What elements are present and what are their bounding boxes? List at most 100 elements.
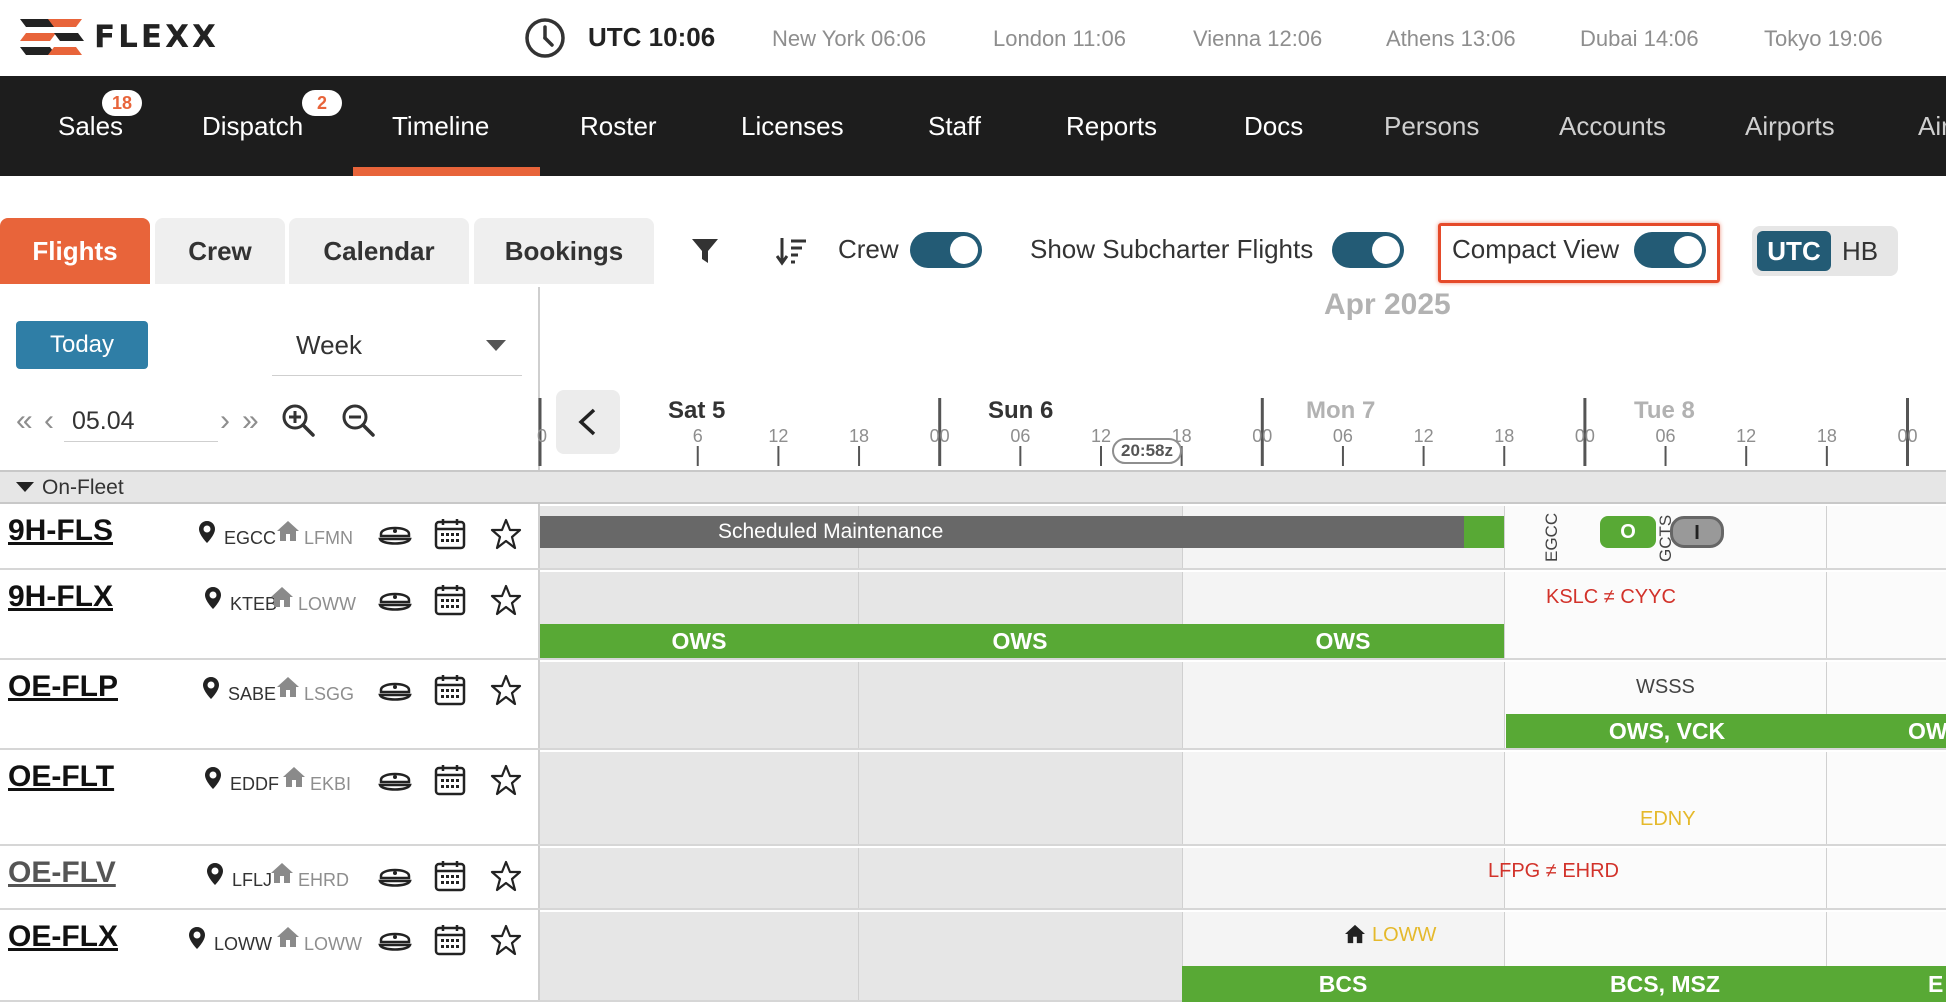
- calendar-icon[interactable]: [434, 674, 466, 706]
- tz-option-utc[interactable]: UTC: [1757, 231, 1831, 271]
- timeline-day-cell[interactable]: [1182, 662, 1504, 748]
- group-row-on-fleet[interactable]: On-Fleet: [0, 470, 1946, 504]
- filter-icon[interactable]: [690, 236, 720, 266]
- star-icon[interactable]: [490, 674, 522, 706]
- star-icon[interactable]: [490, 764, 522, 796]
- home-base: EKBI: [310, 774, 352, 794]
- nav-item-accounts[interactable]: Accounts: [1559, 76, 1666, 176]
- aircraft-registration-link[interactable]: OE-FLT: [8, 760, 114, 794]
- day-divider: [1504, 572, 1505, 658]
- pilot-cap-icon[interactable]: [378, 928, 412, 954]
- nav-item-staff[interactable]: Staff: [928, 76, 981, 176]
- crew-bar[interactable]: OWS: [1182, 624, 1504, 658]
- subcharter-toggle-label: Show Subcharter Flights: [1030, 234, 1314, 264]
- flexx-logo-icon: [20, 19, 84, 55]
- today-button[interactable]: Today: [16, 321, 148, 369]
- crew-bar[interactable]: OW: [1828, 714, 1946, 748]
- compact-view-toggle[interactable]: [1634, 232, 1706, 268]
- hour-label: 12: [1413, 426, 1434, 446]
- pending-flight-pill[interactable]: I: [1670, 516, 1724, 548]
- hour-label: 12: [1090, 426, 1112, 446]
- timeline-day-cell[interactable]: [540, 912, 858, 1000]
- crew-bar[interactable]: OWS: [540, 624, 858, 658]
- crew-bar[interactable]: OWS, VCK: [1506, 714, 1828, 748]
- timeline-day-cell[interactable]: [1182, 848, 1504, 908]
- nav-label: Dispatch: [202, 111, 304, 141]
- star-icon[interactable]: [490, 584, 522, 616]
- caret-down-icon: [16, 482, 34, 492]
- calendar-icon[interactable]: [434, 860, 466, 892]
- calendar-icon[interactable]: [434, 584, 466, 616]
- clock-icon: [525, 18, 565, 58]
- aircraft-registration-link[interactable]: OE-FLP: [8, 670, 118, 704]
- pilot-cap-icon[interactable]: [378, 864, 412, 890]
- flight-bar[interactable]: [1464, 516, 1504, 548]
- star-icon[interactable]: [490, 924, 522, 956]
- pilot-cap-icon[interactable]: [378, 588, 412, 614]
- view-select[interactable]: Week: [272, 320, 522, 376]
- timeline-day-cell[interactable]: [540, 752, 858, 844]
- tab-calendar[interactable]: Calendar: [289, 218, 469, 284]
- nav-item-dispatch[interactable]: Dispatch 2: [202, 76, 342, 176]
- timeline-day-cell[interactable]: [858, 752, 1182, 844]
- crew-bar[interactable]: E: [1826, 966, 1946, 1002]
- aircraft-registration-link[interactable]: OE-FLX: [8, 920, 118, 954]
- nav-item-reports[interactable]: Reports: [1066, 76, 1157, 176]
- toggle-knob: [950, 236, 978, 264]
- timeline-day-cell[interactable]: [540, 662, 858, 748]
- timeline-day-cell[interactable]: [1826, 752, 1946, 844]
- timeline-day-cell[interactable]: [1504, 572, 1826, 658]
- pilot-cap-icon[interactable]: [378, 768, 412, 794]
- timeline-day-cell[interactable]: [858, 662, 1182, 748]
- nav-item-timeline[interactable]: Timeline: [392, 76, 489, 176]
- day-divider: [1826, 572, 1827, 658]
- nav-item-airports[interactable]: Airports: [1745, 76, 1835, 176]
- home-icon: [277, 677, 299, 697]
- nav-item-persons[interactable]: Persons: [1384, 76, 1479, 176]
- flexx-logo[interactable]: FLΕXX: [20, 16, 219, 58]
- location-mismatch: KSLC ≠ CYYC: [1546, 586, 1676, 608]
- timeline-day-cell[interactable]: [1826, 572, 1946, 658]
- star-icon[interactable]: [490, 518, 522, 550]
- nav-item-air[interactable]: Air: [1918, 76, 1946, 176]
- chevron-down-icon: [486, 340, 506, 351]
- timeline-day-cell[interactable]: [1182, 752, 1504, 844]
- city-time-tokyo: Tokyo 19:06: [1764, 26, 1883, 51]
- tz-option-hb[interactable]: HB: [1842, 231, 1878, 271]
- station-code: EDNY: [1640, 808, 1696, 830]
- tab-crew[interactable]: Crew: [155, 218, 285, 284]
- crew-toggle[interactable]: [910, 232, 982, 268]
- crew-bar[interactable]: BCS: [1182, 966, 1504, 1002]
- aircraft-registration-link[interactable]: 9H-FLS: [8, 514, 113, 548]
- timeline-day-cell[interactable]: [540, 848, 858, 908]
- crew-bar[interactable]: BCS, MSZ: [1504, 966, 1826, 1002]
- maintenance-bar[interactable]: Scheduled Maintenance: [540, 516, 1464, 548]
- subcharter-toggle[interactable]: [1332, 232, 1404, 268]
- calendar-icon[interactable]: [434, 518, 466, 550]
- pilot-cap-icon[interactable]: [378, 678, 412, 704]
- timeline-day-cell[interactable]: [1826, 848, 1946, 908]
- nav-item-roster[interactable]: Roster: [580, 76, 657, 176]
- nav-item-licenses[interactable]: Licenses: [741, 76, 844, 176]
- crew-bar[interactable]: OWS: [858, 624, 1182, 658]
- pilot-cap-icon[interactable]: [378, 522, 412, 548]
- star-icon[interactable]: [490, 860, 522, 892]
- toggle-knob: [1372, 236, 1400, 264]
- flight-pill[interactable]: O: [1600, 516, 1656, 548]
- timeline-day-cell[interactable]: [858, 848, 1182, 908]
- nav-item-docs[interactable]: Docs: [1244, 76, 1303, 176]
- nav-item-sales[interactable]: Sales 18: [58, 76, 142, 176]
- day-divider: [1182, 662, 1183, 748]
- tab-bookings[interactable]: Bookings: [474, 218, 654, 284]
- calendar-icon[interactable]: [434, 924, 466, 956]
- timeline-day-cell[interactable]: [1826, 506, 1946, 568]
- timeline-day-cell[interactable]: [858, 912, 1182, 1000]
- hour-label: 18: [849, 426, 870, 446]
- station-code: WSSS: [1636, 676, 1695, 698]
- tab-flights[interactable]: Flights: [0, 218, 150, 284]
- sort-icon[interactable]: [776, 236, 808, 266]
- city-time-london: London 11:06: [993, 26, 1126, 51]
- aircraft-registration-link[interactable]: 9H-FLX: [8, 580, 113, 614]
- calendar-icon[interactable]: [434, 764, 466, 796]
- aircraft-registration-link[interactable]: OE-FLV: [8, 856, 116, 890]
